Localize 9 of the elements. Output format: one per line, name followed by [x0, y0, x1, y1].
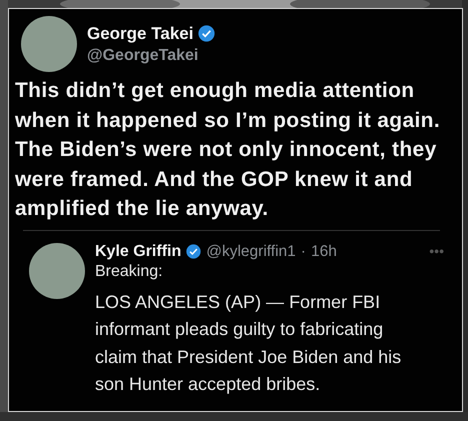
tweet-text: This didn’t get enough media attention when it happened so I’m posting it again. The Biden’s were not only innocent, they were framed. And the GOP knew it and amplified the lie anyway. [15, 78, 442, 222]
post-time: 16h [310, 242, 337, 260]
quote-text: LOS ANGELES (AP) — Former FBI informant pleads guilty to fabricating claim that President Joe Biden and his son Hunter accepted bribes. [95, 290, 402, 396]
quote-lead: Breaking: [95, 262, 164, 280]
separator-dot: · [300, 242, 306, 260]
author-handle[interactable]: @GeorgeTakei [87, 46, 216, 64]
author-name[interactable]: Kyle Griffin [95, 242, 182, 260]
author-handle[interactable]: @kylegriffin1 [206, 242, 296, 260]
author-name[interactable]: George Takei [87, 24, 194, 44]
